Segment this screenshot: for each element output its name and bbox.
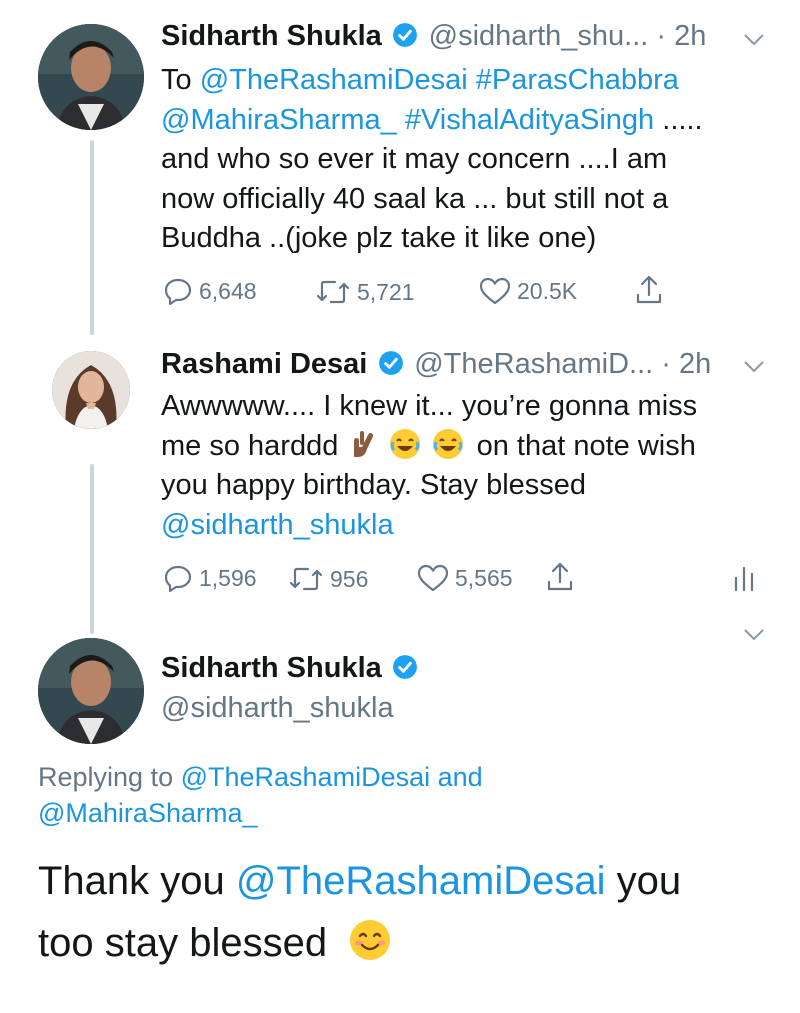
mention-link[interactable]: @TheRashamiDesai [181,762,431,792]
like-button[interactable]: 5,565 [417,564,513,592]
replying-to: Replying to @TheRashamiDesai and @Mahira… [38,762,483,828]
tweet-time[interactable]: 2h [679,348,711,380]
analytics-button[interactable] [733,564,755,597]
share-icon [547,562,573,591]
share-button[interactable] [545,560,575,597]
share-button[interactable] [634,273,664,310]
hashtag-link[interactable]: #ParasChabbra [476,64,679,96]
author-name[interactable]: Sidharth Shukla [161,652,382,684]
author-name[interactable]: Rashami Desai [161,348,367,380]
mention-link[interactable]: @TheRashamiDesai [200,64,468,96]
thread-line [90,140,94,335]
laughing-emoji-icon [432,428,463,459]
tweet-time[interactable]: 2h [674,20,706,52]
smiling-emoji-icon [350,920,391,960]
tweet-header: Sidharth Shukla @sidharth_shu... · 2h [161,20,707,52]
thread-line [90,464,94,634]
rock-hand-emoji-icon [354,430,374,457]
tweet-text: To @TheRashamiDesai #ParasChabbra @Mahir… [161,64,703,254]
mention-link[interactable]: @MahiraSharma_ [38,798,258,828]
laughing-emoji-icon [390,428,421,459]
reply-icon [164,565,192,593]
verified-badge-icon [393,655,418,679]
main-tweet-author: Sidharth Shukla [161,652,418,685]
hashtag-link[interactable]: #VishalAdityaSingh [405,104,654,136]
avatar-rashami[interactable] [52,351,130,429]
retweet-icon [316,280,350,304]
retweet-button[interactable]: 956 [288,565,368,593]
author-name[interactable]: Sidharth Shukla [161,20,382,52]
share-icon [636,275,662,304]
like-button[interactable]: 20.5K [479,277,577,305]
analytics-icon [734,566,754,592]
retweet-button[interactable]: 5,721 [315,278,415,306]
tweet-header: Rashami Desai @TheRashamiD... · 2h [161,348,712,380]
like-icon [417,564,449,592]
chevron-down-icon[interactable] [743,628,765,642]
verified-badge-icon [378,351,403,375]
reply-icon [164,278,192,306]
avatar-sidharth[interactable] [38,24,144,130]
mention-link[interactable]: @sidharth_shukla [161,509,394,541]
avatar-sidharth[interactable] [38,638,144,744]
reply-button[interactable]: 6,648 [163,276,257,306]
retweet-icon [289,567,323,591]
verified-badge-icon [393,23,418,47]
mention-link[interactable]: @MahiraSharma_ [161,104,397,136]
author-handle[interactable]: @sidharth_shu... [429,20,649,52]
author-handle[interactable]: @TheRashamiD... [414,348,653,380]
tweet-text: Awwwww.... I knew it... you’re gonna mis… [161,390,698,541]
author-handle[interactable]: @sidharth_shukla [161,692,394,725]
mention-link[interactable]: @TheRashamiDesai [236,859,606,903]
chevron-down-icon[interactable] [743,33,765,47]
main-tweet-text: Thank you @TheRashamiDesai you too stay … [38,859,682,965]
like-icon [479,277,511,305]
chevron-down-icon[interactable] [743,360,765,374]
reply-button[interactable]: 1,596 [163,563,257,593]
